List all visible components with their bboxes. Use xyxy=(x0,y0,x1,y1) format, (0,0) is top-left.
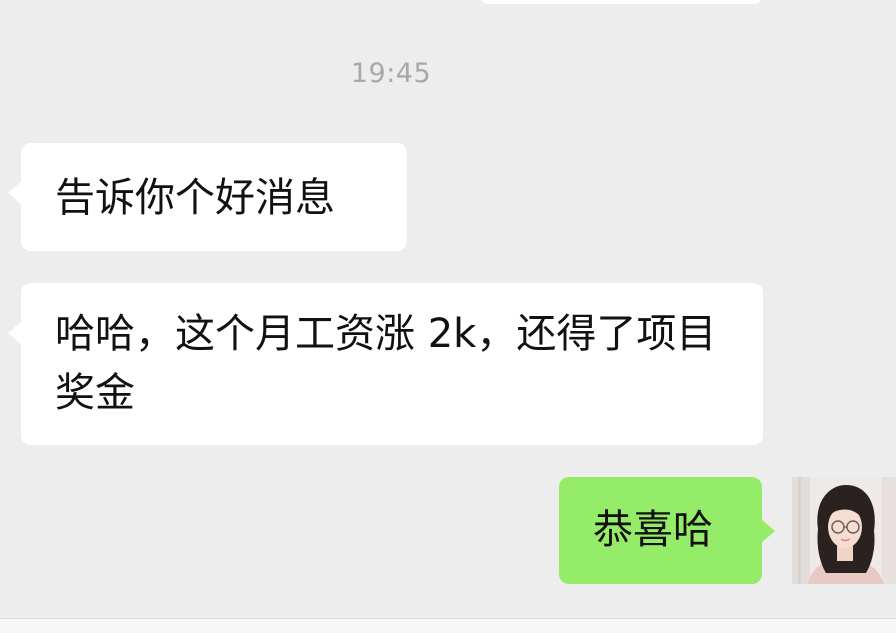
incoming-message-bubble[interactable]: 告诉你个好消息 xyxy=(8,143,407,251)
outgoing-message-bubble[interactable]: 恭喜哈 xyxy=(559,477,775,584)
message-text: 哈哈，这个月工资涨 2k，还得了项目奖金 xyxy=(55,311,717,416)
incoming-message-bubble[interactable]: 哈哈，这个月工资涨 2k，还得了项目奖金 xyxy=(8,283,763,445)
user-avatar-photo-icon xyxy=(792,477,896,584)
chat-message-list[interactable]: 19:45 告诉你个好消息 哈哈，这个月工资涨 2k，还得了项目奖金 恭喜哈 xyxy=(0,0,896,618)
user-avatar[interactable] xyxy=(792,477,896,584)
message-timestamp: 19:45 xyxy=(350,58,432,89)
input-bar[interactable] xyxy=(0,618,896,633)
message-text: 恭喜哈 xyxy=(593,507,713,553)
message-text: 告诉你个好消息 xyxy=(55,175,335,221)
previous-message-bubble[interactable] xyxy=(480,0,762,4)
